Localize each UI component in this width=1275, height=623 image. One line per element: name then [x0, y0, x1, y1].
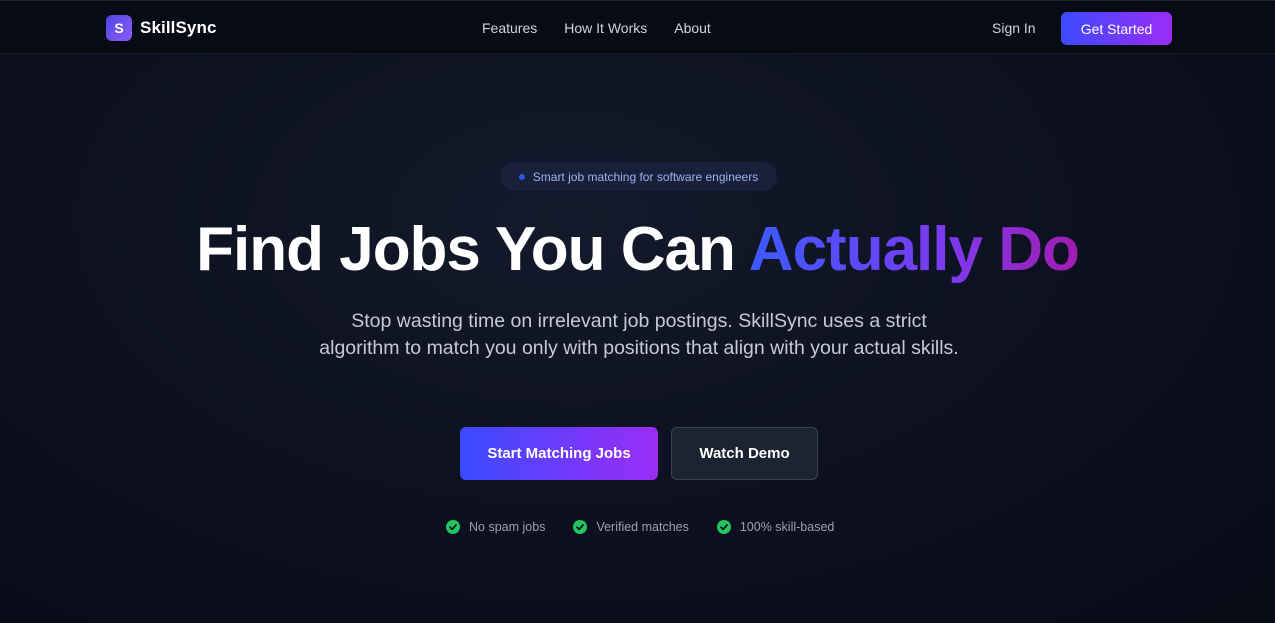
check-circle-icon [573, 520, 588, 534]
feature-item: 100% skill-based [716, 520, 835, 534]
nav-link-features[interactable]: Features [482, 20, 537, 36]
get-started-button[interactable]: Get Started [1061, 12, 1172, 45]
watch-demo-button[interactable]: Watch Demo [671, 427, 818, 480]
dot-icon [518, 173, 525, 180]
headline-plain: Find Jobs You Can [196, 215, 749, 284]
check-circle-icon [716, 520, 731, 534]
tagline-pill: Smart job matching for software engineer… [500, 162, 777, 191]
brand-logo[interactable]: S SkillSync [106, 15, 217, 41]
brand-name: SkillSync [140, 18, 217, 37]
nav-links: Features How It Works About [482, 1, 738, 55]
start-matching-button[interactable]: Start Matching Jobs [460, 427, 658, 480]
top-navbar: S SkillSync Features How It Works About … [0, 0, 1275, 54]
nav-link-about[interactable]: About [674, 20, 711, 36]
check-circle-icon [446, 520, 460, 534]
nav-link-how-it-works[interactable]: How It Works [564, 20, 647, 36]
feature-label: No spam jobs [469, 520, 546, 534]
hero-section: Smart job matching for software engineer… [0, 54, 1275, 623]
feature-label: Verified matches [596, 520, 689, 534]
sign-in-link[interactable]: Sign In [992, 20, 1036, 36]
feature-item: Verified matches [573, 520, 689, 534]
headline-accent: Actually Do [748, 215, 1080, 284]
feature-label: 100% skill-based [739, 520, 835, 534]
tagline-text: Smart job matching for software engineer… [532, 169, 759, 184]
feature-list: No spam jobs Verified matches 100% skill… [446, 520, 862, 534]
hero-subtext: Stop wasting time on irrelevant job post… [319, 310, 959, 359]
hero-headline: Find Jobs You Can Actually Do [0, 214, 1275, 286]
feature-item: No spam jobs [446, 520, 545, 534]
logo-icon: S [106, 15, 132, 41]
